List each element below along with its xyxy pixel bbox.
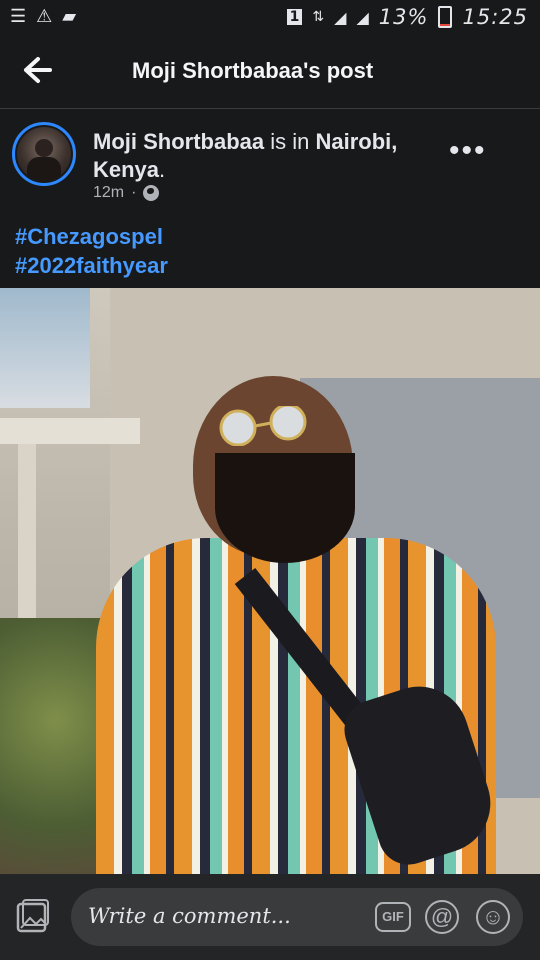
sim-1-icon: 1	[286, 9, 303, 25]
post-header: Moji Shortbabaa is in Nairobi, Kenya. 12…	[0, 110, 540, 210]
chat-icon: ▰	[62, 6, 77, 26]
data-arrows-icon: ⇅	[312, 9, 325, 25]
status-left: ☰ ⚠ ▰	[10, 6, 76, 27]
avatar-body	[27, 157, 61, 181]
gallery-icon	[16, 899, 49, 933]
globe-icon	[143, 185, 160, 201]
clock: 15:25	[462, 5, 528, 29]
hashtags: #Chezagospel #2022faithyear	[15, 222, 168, 280]
is-in-text: is in	[264, 129, 316, 154]
photo-glasses	[219, 406, 307, 446]
hashtag-link[interactable]: #2022faithyear	[15, 251, 168, 280]
emoji-button[interactable]: ☺	[476, 900, 510, 934]
status-bar: ☰ ⚠ ▰ 1 ⇅ ◢ ◢ 13% 15:25	[0, 0, 540, 36]
author-name[interactable]: Moji Shortbabaa	[93, 129, 264, 154]
top-bar: Moji Shortbabaa's post	[0, 36, 540, 109]
photo-sky	[0, 288, 90, 408]
period: .	[159, 157, 166, 182]
mention-button[interactable]: @	[425, 900, 459, 934]
gif-button[interactable]: GIF	[375, 902, 411, 932]
photo-beard	[215, 453, 355, 563]
author-line: Moji Shortbabaa is in Nairobi, Kenya.	[93, 128, 423, 184]
signal-icon: ◢	[356, 7, 369, 27]
comment-placeholder: Write a comment...	[88, 904, 291, 928]
more-options-button[interactable]: •••	[449, 136, 487, 166]
hashtag-link[interactable]: #Chezagospel	[15, 222, 168, 251]
photo-roof	[0, 418, 140, 444]
meta-separator: ·	[131, 184, 137, 201]
post-meta: 12m ·	[93, 184, 160, 202]
signal-icon: ◢	[334, 7, 347, 27]
comment-input[interactable]: Write a comment... GIF @ ☺	[71, 888, 523, 946]
avatar	[17, 127, 71, 181]
page-title: Moji Shortbabaa's post	[132, 58, 374, 83]
warning-icon: ⚠	[36, 6, 53, 26]
time-ago[interactable]: 12m	[93, 184, 124, 202]
gallery-button[interactable]	[15, 898, 51, 934]
status-right: 1 ⇅ ◢ ◢ 13% 15:25	[286, 5, 528, 29]
back-button[interactable]	[20, 52, 56, 88]
battery-percent: 13%	[378, 5, 429, 29]
battery-icon	[438, 6, 453, 28]
author-avatar[interactable]	[12, 122, 76, 186]
list-icon: ☰	[10, 6, 27, 26]
post-photo[interactable]	[0, 288, 540, 874]
comment-composer: Write a comment... GIF @ ☺	[0, 874, 540, 960]
arrow-left-icon	[24, 57, 52, 83]
avatar-head	[35, 139, 53, 157]
